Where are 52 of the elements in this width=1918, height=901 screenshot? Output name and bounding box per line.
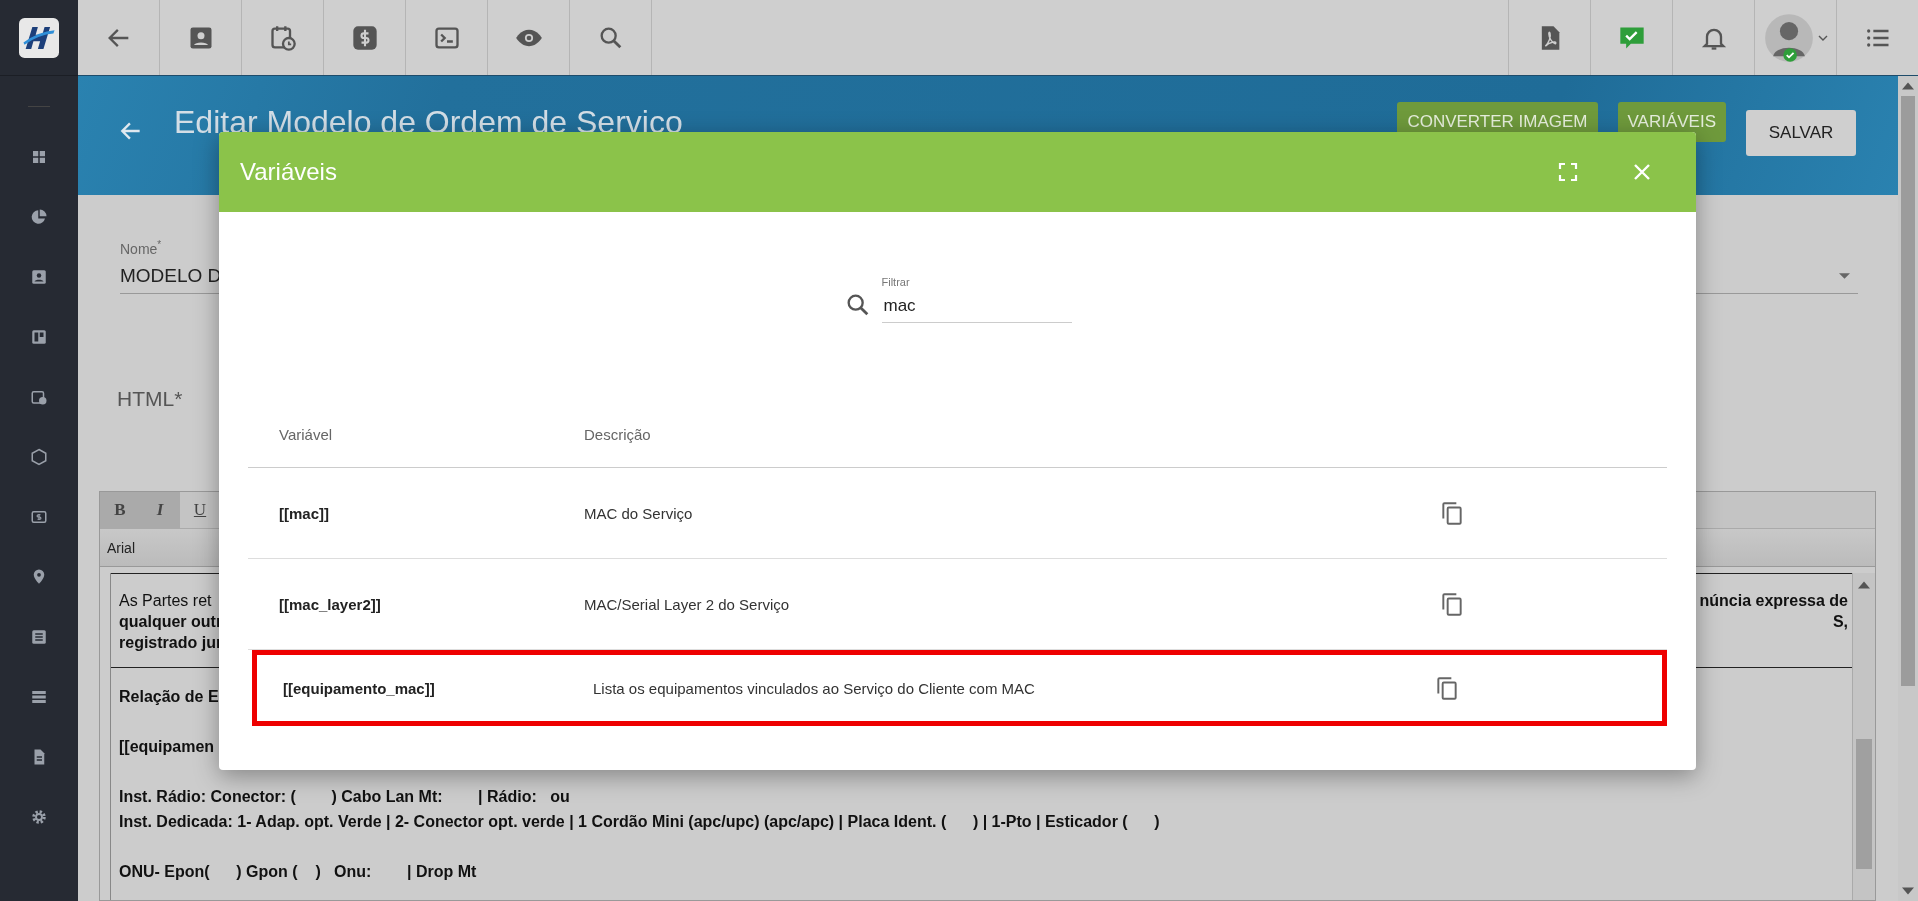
variable-description: MAC/Serial Layer 2 do Serviço — [584, 595, 791, 613]
field-label: Nome$^{*}$ — [120, 239, 163, 257]
pie-chart-icon[interactable] — [30, 208, 48, 226]
list-icon[interactable] — [30, 628, 48, 646]
board-icon[interactable] — [30, 328, 48, 346]
dollar-icon[interactable] — [350, 23, 379, 52]
page-scrollbar[interactable] — [1898, 76, 1918, 901]
column-header: Variável — [278, 425, 334, 443]
column-header: Descrição — [584, 425, 652, 443]
logo-icon[interactable] — [19, 17, 59, 58]
document-text: ONU- Epon( ) Gpon ( ) Onu: | Drop Mt — [119, 863, 477, 880]
header-button[interactable]: SALVAR — [1746, 110, 1856, 156]
settings-icon[interactable] — [30, 808, 48, 826]
field-label: Filtrar — [881, 276, 910, 288]
variable-name: [[mac]] — [278, 504, 330, 522]
copy-icon[interactable] — [1434, 675, 1460, 701]
variable-row[interactable]: [[equipamento_mac]] Lista os equipamentos vinculados ao Serviço do Cliente com MAC — [252, 650, 1667, 726]
dashboard-icon[interactable] — [30, 148, 48, 166]
variable-name: [[mac_layer2]] — [278, 595, 382, 613]
document-text: Inst. Dedicada: 1- Adap. opt. Verde | 2- Conector opt. verde | 1 Cordão Mini (apc/upc) (apc/apc) | Placa Ident. ( ) | 1-Pto | Esticador ( ) — [119, 813, 1160, 830]
caret-icon[interactable] — [1817, 34, 1828, 41]
variable-description: Lista os equipamentos vinculados ao Serviço do Cliente com MAC — [593, 679, 1036, 697]
document-text: Relação de E — [119, 688, 219, 705]
document-text: As Partes ret — [119, 591, 212, 611]
dollar-icon[interactable] — [30, 508, 48, 526]
scroll-down-icon[interactable] — [1902, 887, 1914, 895]
contact-icon[interactable] — [30, 268, 48, 286]
document-text: qualquer outr — [119, 612, 223, 632]
format-button[interactable]: U — [180, 492, 220, 528]
variable-row[interactable]: [[mac]] MAC do Serviço — [248, 468, 1667, 559]
box-icon[interactable] — [30, 448, 48, 466]
format-button[interactable]: B — [100, 492, 140, 528]
document-text: núncia expressa de — [1699, 591, 1848, 611]
scroll-up-icon[interactable] — [1858, 581, 1870, 589]
document-text: S, — [1832, 612, 1848, 632]
format-button[interactable]: I — [140, 492, 180, 528]
scrollbar[interactable] — [1852, 573, 1875, 900]
server-icon[interactable] — [30, 688, 48, 706]
variable-name: [[equipamento_mac]] — [282, 679, 436, 697]
copy-icon[interactable] — [1439, 500, 1465, 526]
filter-field[interactable]: mac — [881, 288, 1072, 323]
html-label: HTML* — [117, 387, 183, 411]
copy-icon[interactable] — [1439, 591, 1465, 617]
avatar-icon[interactable] — [1763, 12, 1814, 63]
dialog-title: Variáveis — [240, 158, 338, 186]
document-text: [[equipamen — [119, 738, 215, 755]
document-text: Inst. Rádio: Conector: ( ) Cabo Lan Mt: | Rádio: ou — [119, 788, 570, 805]
variable-row[interactable]: [[mac_layer2]] MAC/Serial Layer 2 do Serviço — [248, 559, 1667, 650]
dropdown-icon[interactable] — [1839, 273, 1850, 279]
variable-description: MAC do Serviço — [584, 504, 694, 522]
font-select[interactable]: Arial — [107, 539, 135, 556]
scroll-up-icon[interactable] — [1902, 82, 1914, 90]
